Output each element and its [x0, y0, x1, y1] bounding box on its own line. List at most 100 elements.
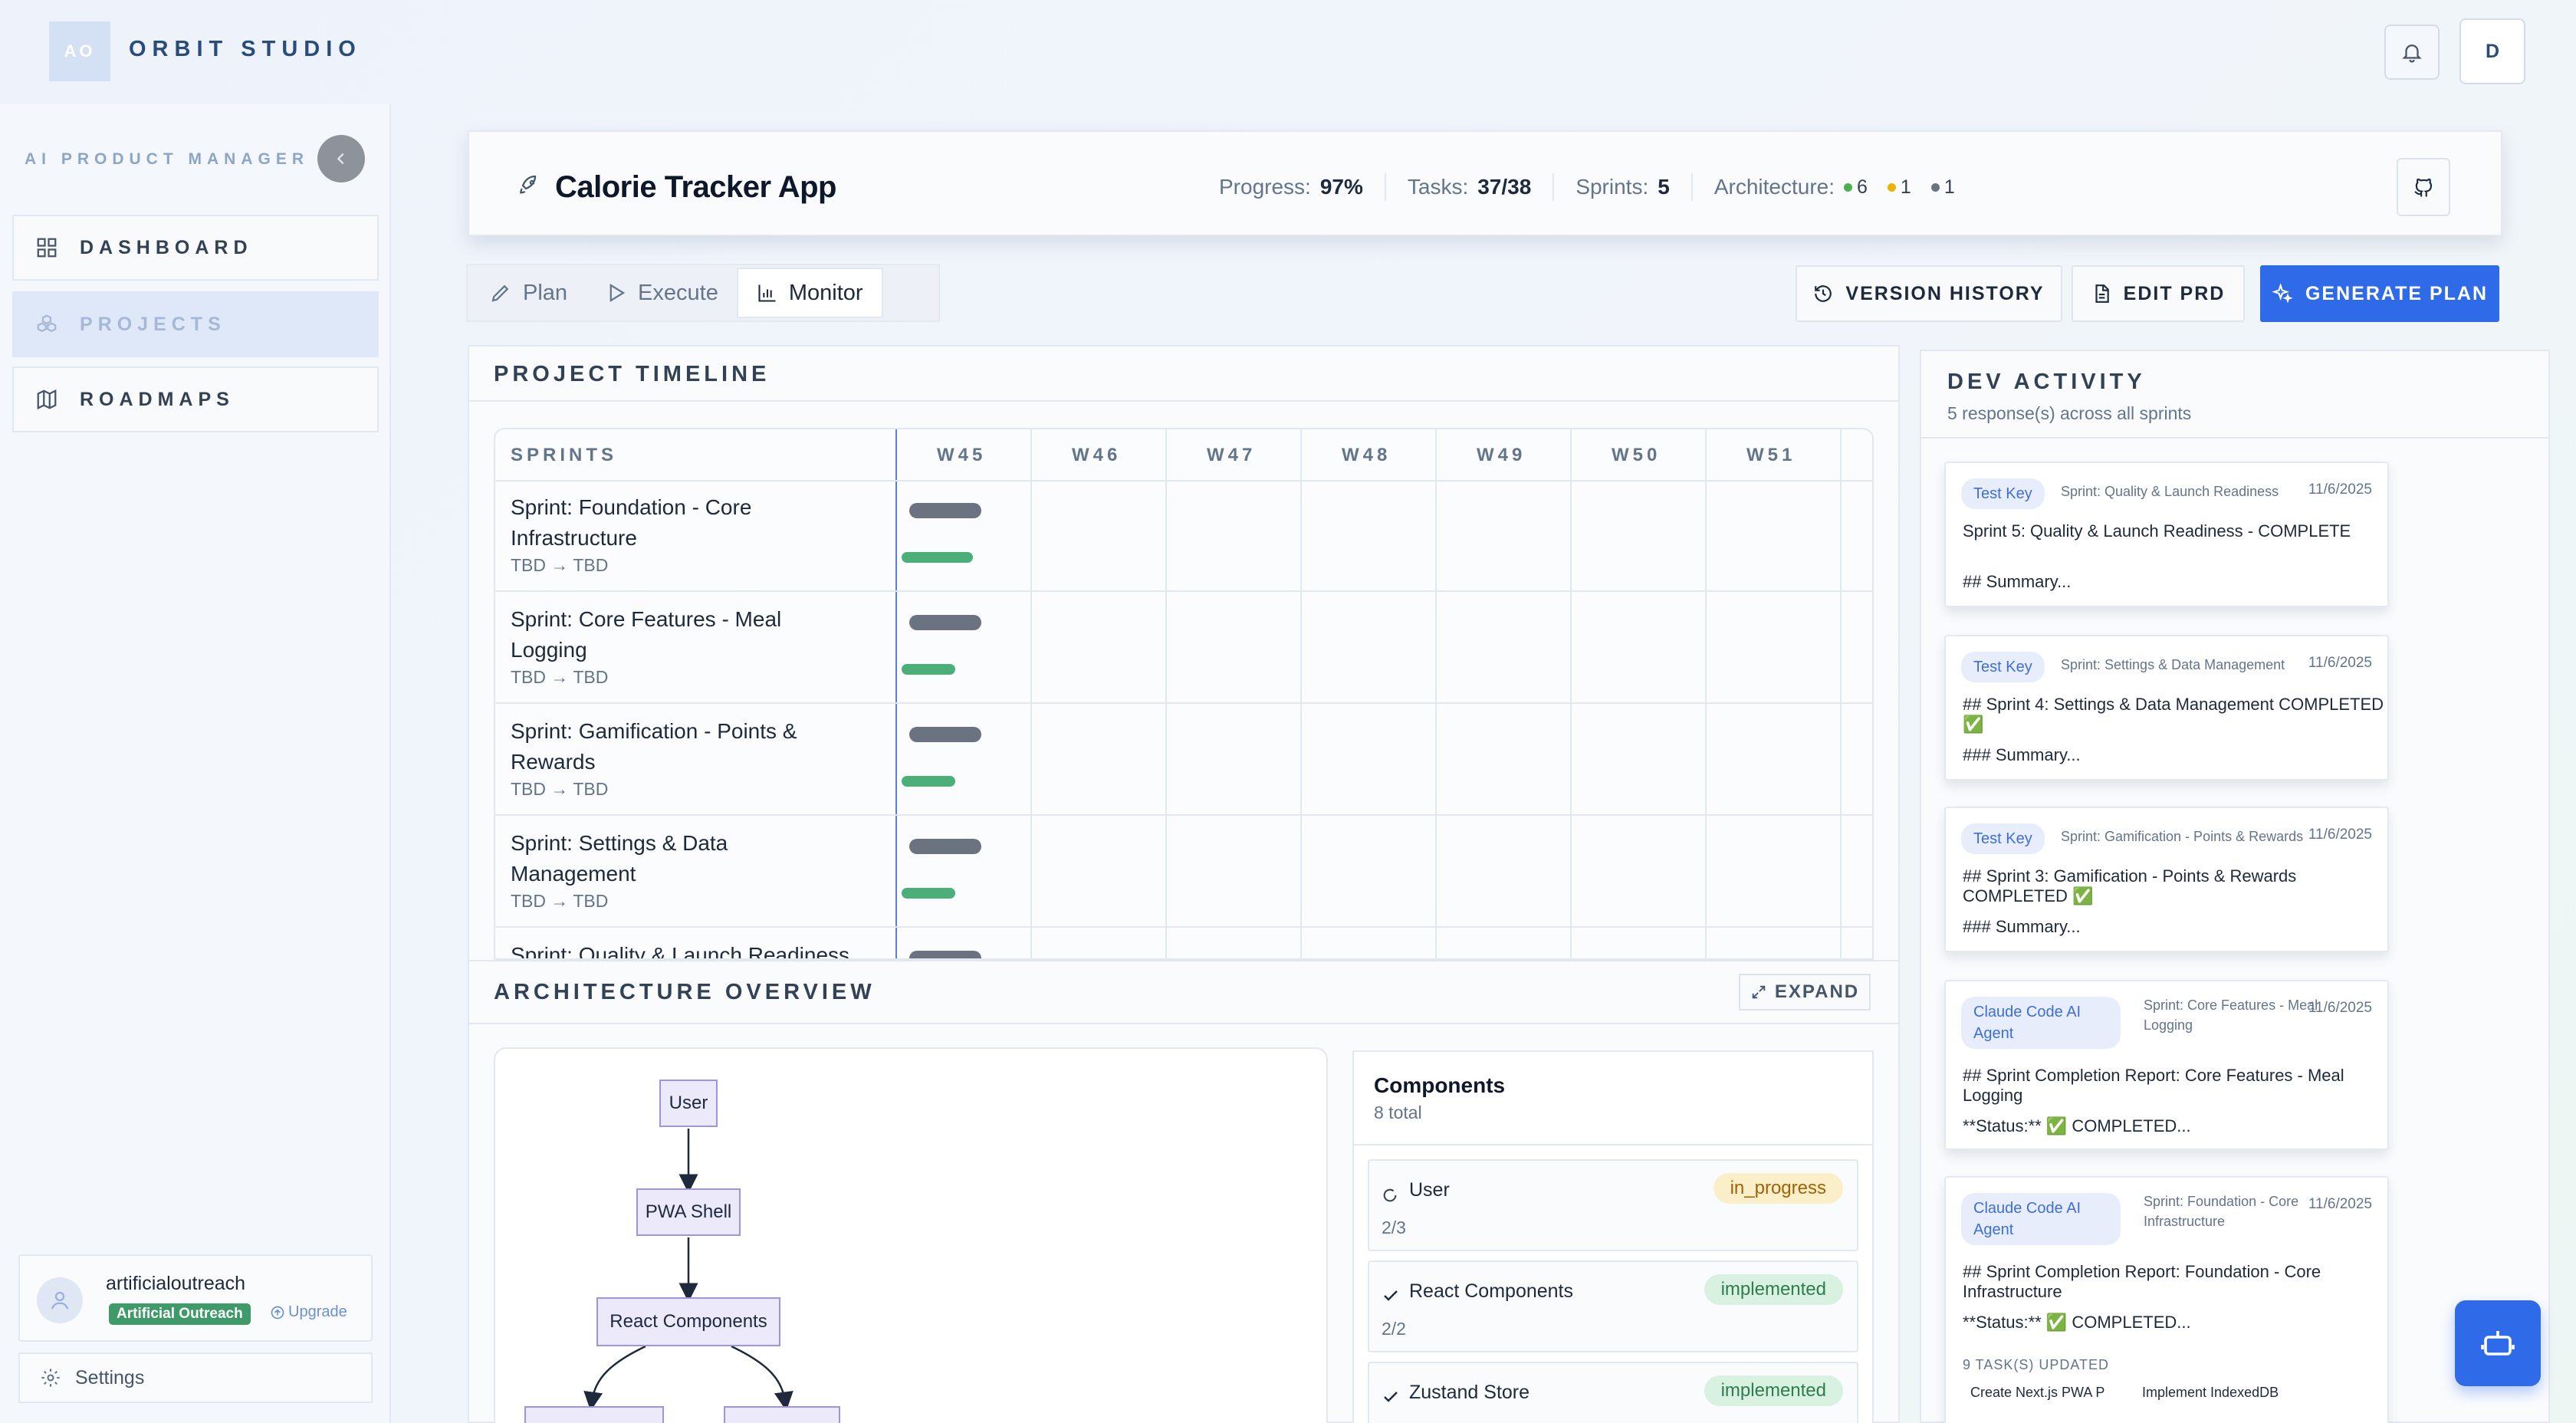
tasks-updated-label: 9 TASK(S) UPDATED: [1963, 1357, 2109, 1373]
settings-label: Settings: [75, 1367, 144, 1389]
components-title: Components: [1374, 1073, 1505, 1098]
week-header: W47: [1207, 445, 1256, 466]
settings-button[interactable]: Settings: [18, 1352, 373, 1403]
divider: [468, 400, 1900, 402]
version-history-button[interactable]: VERSION HISTORY: [1796, 265, 2062, 322]
task-chip: Create Next.js PWA P: [1970, 1385, 2104, 1401]
component-item[interactable]: React Components 2/2 implemented: [1368, 1260, 1858, 1352]
grid-line: [1840, 429, 1842, 960]
sprint-tag: Sprint: Gamification - Points & Rewards: [2061, 827, 2303, 846]
activity-card[interactable]: Claude Code AIAgent Sprint: Foundation -…: [1944, 1176, 2389, 1423]
github-button[interactable]: [2397, 158, 2450, 216]
view-tabs: Plan Execute Monitor: [466, 264, 940, 322]
diagram-node-user[interactable]: User: [659, 1080, 718, 1127]
avatar-initial: D: [2486, 41, 2499, 63]
week-header: W50: [1612, 445, 1661, 466]
activity-card[interactable]: Test Key Sprint: Quality & Launch Readin…: [1944, 462, 2389, 607]
divider: [1921, 437, 2548, 439]
sprint-dates: TBD → TBD: [511, 891, 608, 912]
source-chip: Claude Code AIAgent: [1961, 1193, 2121, 1245]
sidebar-item-label: DASHBOARD: [80, 237, 253, 259]
generate-plan-button[interactable]: GENERATE PLAN: [2260, 265, 2499, 322]
sprint-bar[interactable]: [909, 615, 981, 630]
grid-line: [1705, 429, 1707, 960]
sprint-tag: Sprint: Foundation - CoreInfrastructure: [2144, 1191, 2298, 1231]
sprint-name[interactable]: Sprint: Quality & Launch Readiness: [511, 940, 863, 960]
activity-excerpt: **Status:** ✅ COMPLETED...: [1963, 1116, 2191, 1136]
activity-date: 11/6/2025: [2308, 1196, 2372, 1213]
sprint-bar[interactable]: [909, 951, 981, 960]
header-divider: [495, 480, 1874, 481]
play-icon: [604, 281, 627, 304]
arch-count-planned: 1: [1931, 176, 1955, 199]
boxes-icon: [35, 313, 58, 336]
upgrade-link[interactable]: Upgrade: [270, 1303, 347, 1321]
sprint-dates: TBD → TBD: [511, 667, 608, 688]
brand-logo: AO: [49, 21, 110, 81]
tab-monitor[interactable]: Monitor: [737, 268, 883, 318]
arrow-up-circle-icon: [270, 1305, 285, 1320]
sprint-name[interactable]: Sprint: Gamification - Points &Rewards: [511, 716, 863, 777]
sprint-bar[interactable]: [909, 839, 981, 854]
stat-tasks: Tasks:37/38: [1386, 173, 1554, 201]
activity-card[interactable]: Test Key Sprint: Gamification - Points &…: [1944, 807, 2389, 952]
ai-assistant-button[interactable]: [2455, 1300, 2541, 1386]
activity-date: 11/6/2025: [2308, 1000, 2372, 1017]
sprint-name[interactable]: Sprint: Core Features - MealLogging: [511, 604, 863, 665]
source-chip: Test Key: [1961, 823, 2045, 854]
edit-prd-button[interactable]: EDIT PRD: [2072, 265, 2245, 322]
diagram-node-react-components[interactable]: React Components: [596, 1297, 780, 1346]
sprints-column-header: SPRINTS: [511, 445, 617, 466]
user-card[interactable]: artificialoutreach Artificial Outreach U…: [18, 1254, 373, 1342]
diagram-node-pwa-shell[interactable]: PWA Shell: [636, 1188, 741, 1236]
button-label: GENERATE PLAN: [2305, 283, 2488, 305]
activity-date: 11/6/2025: [2308, 655, 2372, 672]
sidebar-item-roadmaps[interactable]: ROADMAPS: [12, 366, 379, 432]
component-item[interactable]: Zustand Store implemented: [1368, 1362, 1858, 1423]
sidebar-item-dashboard[interactable]: DASHBOARD: [12, 215, 379, 281]
stat-value: 37/38: [1477, 175, 1531, 199]
sprint-tag: Sprint: Settings & Data Management: [2061, 655, 2285, 675]
sprint-bar[interactable]: [909, 503, 981, 518]
week-header: W48: [1342, 445, 1391, 466]
sprint-bar[interactable]: [909, 727, 981, 742]
activity-excerpt: **Status:** ✅ COMPLETED...: [1963, 1313, 2191, 1333]
bar-chart-icon: [757, 282, 778, 304]
component-count: 2/2: [1382, 1319, 1406, 1339]
user-avatar-button[interactable]: D: [2459, 18, 2525, 84]
collapse-sidebar-button[interactable]: [317, 135, 365, 182]
spinner-icon: [1382, 1187, 1398, 1204]
chevron-left-icon: [333, 150, 350, 167]
tab-plan[interactable]: Plan: [471, 268, 586, 318]
activity-card[interactable]: Claude Code AIAgent Sprint: Core Feature…: [1944, 980, 2389, 1150]
task-chip: Implement IndexedDB: [2142, 1385, 2279, 1401]
sprint-name[interactable]: Sprint: Foundation - CoreInfrastructure: [511, 492, 863, 554]
arch-count-implemented: 6: [1844, 176, 1868, 199]
sparkles-icon: [2272, 283, 2293, 304]
activity-headline: Sprint 5: Quality & Launch Readiness - C…: [1963, 521, 2351, 541]
architecture-diagram[interactable]: User PWA Shell React Components: [494, 1047, 1328, 1423]
notifications-button[interactable]: [2384, 25, 2440, 80]
activity-date: 11/6/2025: [2308, 481, 2372, 498]
sprint-name[interactable]: Sprint: Settings & DataManagement: [511, 828, 863, 889]
row-divider: [495, 702, 1874, 704]
components-total: 8 total: [1374, 1103, 1422, 1123]
diagram-node-child[interactable]: [524, 1406, 664, 1423]
component-name: User: [1409, 1179, 1450, 1201]
arch-count-in-progress: 1: [1888, 176, 1911, 199]
tab-execute[interactable]: Execute: [586, 268, 737, 318]
row-divider: [495, 590, 1874, 592]
week-header: W49: [1477, 445, 1526, 466]
activity-card[interactable]: Test Key Sprint: Settings & Data Managem…: [1944, 635, 2389, 781]
expand-button[interactable]: EXPAND: [1739, 974, 1871, 1011]
expand-icon: [1750, 984, 1767, 1001]
stat-progress: Progress:97%: [1219, 173, 1386, 201]
component-item[interactable]: User 2/3 in_progress: [1368, 1159, 1858, 1251]
diagram-node-child[interactable]: [724, 1406, 840, 1423]
activity-excerpt: ### Summary...: [1963, 745, 2081, 765]
stat-value: 5: [1658, 175, 1670, 199]
sidebar-item-projects[interactable]: PROJECTS: [12, 291, 379, 357]
tab-label: Monitor: [789, 281, 863, 306]
week-header: W46: [1072, 445, 1121, 466]
diagram-edges: [495, 1049, 1329, 1423]
